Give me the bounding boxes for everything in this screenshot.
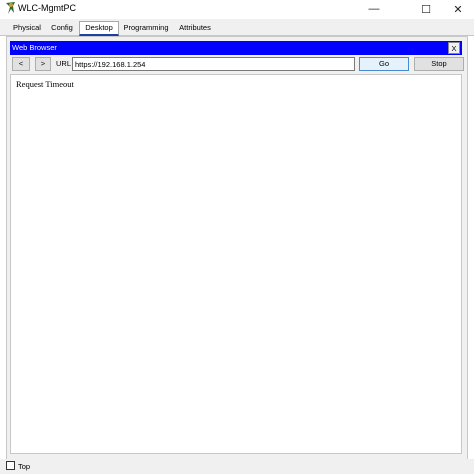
footer-bar: Top bbox=[0, 459, 474, 474]
tab-desktop[interactable]: Desktop bbox=[79, 21, 119, 36]
url-input[interactable] bbox=[72, 57, 355, 71]
tab-physical[interactable]: Physical bbox=[9, 22, 45, 34]
stop-button[interactable]: Stop bbox=[414, 57, 464, 71]
browser-close-button[interactable]: X bbox=[448, 42, 460, 54]
tab-programming[interactable]: Programming bbox=[121, 22, 171, 34]
close-button[interactable]: ✕ bbox=[440, 0, 474, 18]
url-label: URL bbox=[56, 59, 72, 68]
request-timeout-message: Request Timeout bbox=[16, 79, 74, 89]
app-icon bbox=[6, 2, 15, 14]
browser-titlebar: Web Browser X bbox=[10, 41, 462, 55]
forward-button[interactable]: > bbox=[35, 57, 51, 71]
maximize-button[interactable]: ☐ bbox=[408, 0, 444, 18]
tab-attributes[interactable]: Attributes bbox=[175, 22, 215, 34]
top-checkbox-label: Top bbox=[18, 462, 31, 471]
tab-bar: Physical Config Desktop Programming Attr… bbox=[0, 19, 474, 36]
window-title: WLC-MgmtPC bbox=[18, 3, 76, 13]
browser-nav-row: < > URL Go Stop bbox=[10, 56, 464, 73]
browser-content: Request Timeout bbox=[10, 74, 462, 454]
go-button[interactable]: Go bbox=[359, 57, 409, 71]
tab-config[interactable]: Config bbox=[48, 22, 76, 34]
back-button[interactable]: < bbox=[12, 57, 30, 71]
window-titlebar: WLC-MgmtPC — ☐ ✕ bbox=[0, 0, 474, 19]
top-checkbox[interactable] bbox=[6, 461, 15, 470]
browser-title: Web Browser bbox=[12, 43, 57, 52]
minimize-button[interactable]: — bbox=[356, 0, 392, 18]
